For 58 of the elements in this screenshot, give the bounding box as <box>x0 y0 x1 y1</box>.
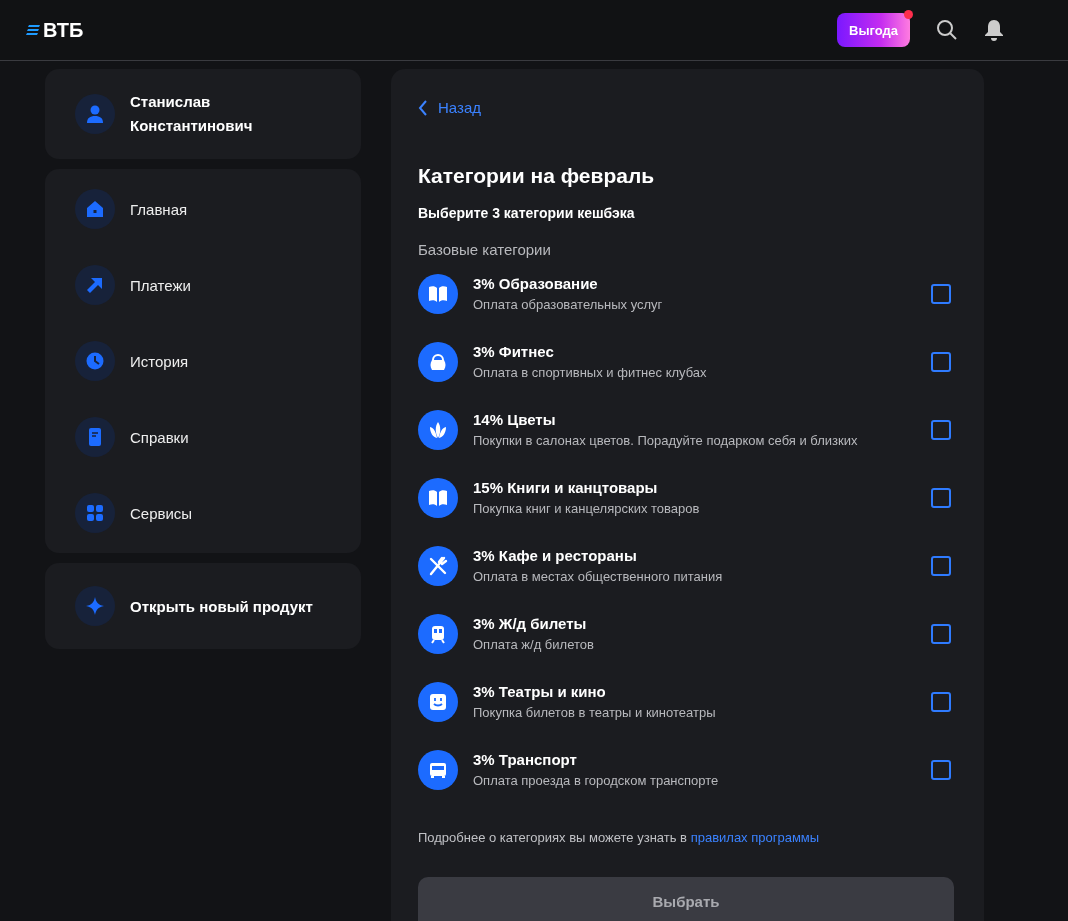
category-title: 3% Образование <box>473 275 599 292</box>
footnote-text: Подробнее о категориях вы можете узнать в правилах программы <box>418 829 821 845</box>
category-description: Покупка книг и канцелярских товаров <box>473 501 701 516</box>
category-title: 3% Кафе и рестораны <box>473 547 638 564</box>
checkbox[interactable] <box>931 351 951 372</box>
train-icon <box>418 613 458 654</box>
bell-icon[interactable] <box>984 19 1004 41</box>
logo-text: ВТБ <box>43 18 84 42</box>
category-description: Оплата образовательных услуг <box>473 297 664 312</box>
search-icon[interactable] <box>936 19 958 41</box>
person-icon <box>75 94 115 134</box>
category-title: 14% Цветы <box>473 411 557 428</box>
flower-icon <box>418 409 458 450</box>
promo-button[interactable]: Выгода <box>837 13 910 47</box>
sidebar-item[interactable]: Справки <box>45 411 361 463</box>
grid-icon <box>75 493 115 533</box>
category-description: Оплата в местах общественного питания <box>473 569 724 584</box>
rules-link[interactable]: правилах программы <box>690 829 820 845</box>
checkbox[interactable] <box>931 487 951 508</box>
checkbox[interactable] <box>931 555 951 576</box>
bus-icon <box>418 749 458 790</box>
smile-icon <box>418 681 458 722</box>
book-icon <box>418 273 458 314</box>
category-title: 3% Фитнес <box>473 343 555 360</box>
kettlebell-icon <box>418 341 458 382</box>
checkbox[interactable] <box>931 419 951 440</box>
category-description: Оплата ж/д билетов <box>473 637 595 652</box>
category-description: Оплата в спортивных и фитнес клубах <box>473 365 708 380</box>
checkbox[interactable] <box>931 623 951 644</box>
subtitle: Выберите 3 категории кешбэка <box>418 204 636 221</box>
document-icon <box>75 417 115 457</box>
profile-card[interactable]: Станислав Константинович <box>45 69 361 159</box>
checkbox[interactable] <box>931 691 951 712</box>
back-link[interactable]: Назад <box>418 99 481 116</box>
user-name: Станислав Константинович <box>130 92 254 136</box>
sidebar-item[interactable]: Платежи <box>45 259 361 311</box>
sidebar-item[interactable]: Сервисы <box>45 487 361 539</box>
logo[interactable]: ВТБ <box>26 18 84 42</box>
sidebar-item[interactable]: Главная <box>45 183 361 235</box>
chevron-icon <box>418 99 428 116</box>
checkbox[interactable] <box>931 759 951 780</box>
new-product-button[interactable]: Открыть новый продукт <box>45 563 361 649</box>
category-description: Оплата проезда в городском транспорте <box>473 773 720 788</box>
checkbox[interactable] <box>931 283 951 304</box>
category-title: 3% Ж/д билеты <box>473 615 588 632</box>
category-title: 15% Книги и канцтовары <box>473 479 659 496</box>
category-title: 3% Транспорт <box>473 751 578 768</box>
book-icon <box>418 477 458 518</box>
category-title: 3% Театры и кино <box>473 683 607 700</box>
clock-icon <box>75 341 115 381</box>
category-description: Покупки в салонах цветов. Порадуйте подарком себя и близких <box>473 433 859 448</box>
house-icon <box>75 189 115 229</box>
page-title: Категории на февраль <box>418 163 656 188</box>
category-description: Покупка билетов в театры и кинотеатры <box>473 705 717 720</box>
sidebar-item[interactable]: История <box>45 335 361 387</box>
stripes-icon <box>26 24 40 36</box>
cutlery-icon <box>418 545 458 586</box>
section-title: Базовые категории <box>418 240 552 258</box>
